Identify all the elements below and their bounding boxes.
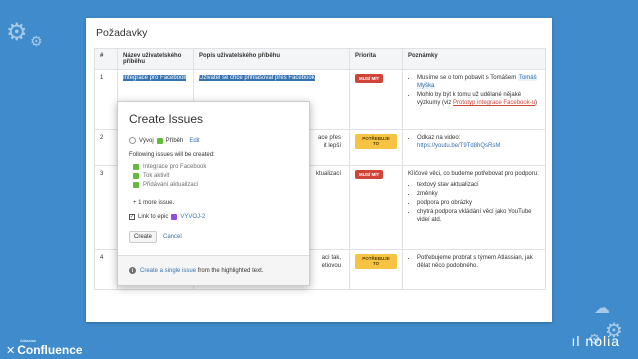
row-number: 4 [94,249,118,290]
priority-cell: MUSÍ MÍT [349,165,403,250]
story-icon [133,164,139,170]
dialog-actions: Create Cancel [129,231,182,243]
following-text: Following issues will be created: [129,152,215,158]
confluence-icon: ✕ [6,343,16,357]
issue-item: Přidávání aktualizací [133,182,206,188]
priority-badge: MUSÍ MÍT [355,74,384,84]
table-header: Poznámky [402,48,546,70]
row-number: 3 [94,165,118,250]
row-number: 1 [94,69,118,130]
priority-cell: MUSÍ MÍT [349,69,403,130]
info-icon: i [129,267,136,274]
cancel-button[interactable]: Cancel [163,234,182,240]
issue-type: Příběh [165,137,184,144]
priority-badge: POTŘEBUJE TO [355,254,397,269]
issue-item: Tok aktivit [133,173,206,179]
list-item: textový stav aktualizací [417,181,540,189]
project-selector[interactable]: Vývoj Příběh Edit [129,137,200,144]
dialog-footer: i Create a single issue from the highlig… [118,255,309,285]
edit-link[interactable]: Edit [189,138,199,144]
dialog-title: Create Issues [129,112,204,126]
story-icon [133,173,139,179]
priority-cell: POTŘEBUJE TO [349,249,403,290]
list-item: podpora pro obrázky [417,199,540,207]
list-item: chytrá podpora vkládání věcí jako YouTub… [417,208,540,224]
video-link[interactable]: https://youtu.be/T9Td8hQsRsM [417,143,500,149]
list-item: Potřebujeme probrat s týmem Atlassian, j… [417,254,540,270]
confluence-logo: Atlassian ✕ Confluence [6,338,83,357]
list-item: Musíme se o tom pobavit s Tomášem Tomáš … [417,74,540,90]
epic-icon [171,214,178,220]
project-icon [129,137,136,144]
notes-cell: Klíčové věci, co budeme potřebovat pro p… [402,165,546,250]
list-item: změnky [417,190,540,198]
story-icon [133,182,139,188]
row-number: 2 [94,129,118,166]
cloud-icon: ☁ [594,298,610,317]
table-header: Název uživatelského příběhu [117,48,194,70]
company-logo: ıl nolia [571,333,620,349]
gear-icon: ⚙ [30,34,43,50]
table-header: Popis uživatelského příběhu [193,48,350,70]
story-icon [156,137,163,144]
link-to-epic-checkbox[interactable]: ✓ [129,214,135,220]
project-name: Vývoj [139,137,154,144]
gear-icon: ⚙ [6,18,28,46]
epic-link-row: ✓ Link to epic VYVOJ-2 [129,214,205,220]
epic-label: Link to epic [138,214,169,220]
priority-badge: POTŘEBUJE TO [355,134,397,149]
notes-cell: Musíme se o tom pobavit s Tomášem Tomáš … [402,69,546,130]
issue-list: Integrace pro Facebook Tok aktivit Přidá… [133,164,206,191]
notes-cell: Odkaz na video: https://youtu.be/T9Td8hQ… [402,129,546,166]
table-header: # [94,48,118,70]
priority-cell: POTŘEBUJE TO [349,129,403,166]
epic-key-link[interactable]: VYVOJ-2 [180,214,205,220]
priority-badge: MUSÍ MÍT [355,170,384,180]
table-header: Priorita [349,48,403,70]
create-issues-dialog: Create Issues Vývoj Příběh Edit Followin… [117,101,310,286]
prototype-link[interactable]: Prototyp integrace Facebook-u [453,100,535,106]
list-item: Mohlo by být k tomu už udělané nějaké vý… [417,91,540,107]
issue-item: Integrace pro Facebook [133,164,206,170]
page-title: Požadavky [96,27,148,39]
notes-cell: Potřebujeme probrat s týmem Atlassian, j… [402,249,546,290]
create-single-issue-link[interactable]: Create a single issue [140,268,196,274]
create-button[interactable]: Create [129,231,158,243]
more-issues-text: + 1 more issue. [133,200,175,206]
list-item: Odkaz na video: https://youtu.be/T9Td8hQ… [417,134,540,150]
